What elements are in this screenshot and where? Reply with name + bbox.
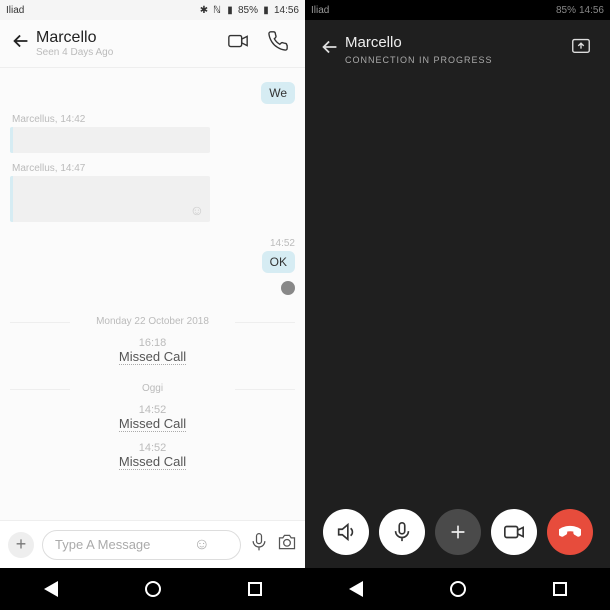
voice-call-button[interactable]: [267, 30, 289, 57]
carrier-label: Iliad: [311, 5, 329, 16]
attach-button[interactable]: +: [8, 532, 34, 558]
call-header: Marcello CONNECTION IN PROGRESS: [305, 20, 610, 65]
signal-icon: ▮: [225, 5, 235, 16]
nav-recent-button[interactable]: [248, 582, 262, 596]
call-body: [305, 65, 610, 496]
back-button[interactable]: [319, 34, 345, 64]
battery-label: 85%: [238, 5, 258, 16]
chat-header: Marcello Seen 4 Days Ago: [0, 20, 305, 68]
date-separator: Monday 22 October 2018: [10, 316, 295, 327]
camera-button[interactable]: [277, 532, 297, 557]
nav-home-button[interactable]: [145, 581, 161, 597]
call-entry[interactable]: 14:52 Missed Call: [10, 404, 295, 432]
mute-button[interactable]: [379, 509, 425, 555]
battery-icon: ▮: [261, 5, 271, 16]
call-title: Marcello: [345, 34, 570, 51]
emoji-button[interactable]: ☺: [194, 536, 210, 554]
call-status: CONNECTION IN PROGRESS: [345, 55, 570, 65]
nav-recent-button[interactable]: [553, 582, 567, 596]
chat-screen: Iliad ✱ ℕ ▮ 85% ▮ 14:56 Marcello Seen 4 …: [0, 0, 305, 610]
chat-title: Marcello: [36, 29, 227, 47]
nav-home-button[interactable]: [450, 581, 466, 597]
clock-label: 14:56: [274, 5, 299, 16]
message-in[interactable]: [10, 127, 210, 153]
message-time: 14:52: [10, 238, 295, 249]
speaker-button[interactable]: [323, 509, 369, 555]
message-composer: + Type A Message ☺: [0, 520, 305, 568]
video-toggle-button[interactable]: [491, 509, 537, 555]
nav-back-button[interactable]: [349, 581, 363, 597]
status-bar: Iliad ✱ ℕ ▮ 85% ▮ 14:56: [0, 0, 305, 20]
nfc-icon: ℕ: [212, 5, 222, 16]
call-screen: Iliad 85% 14:56 Marcello CONNECTION IN P…: [305, 0, 610, 610]
message-out[interactable]: OK: [262, 251, 295, 273]
carrier-label: Iliad: [6, 5, 24, 16]
date-separator: Oggi: [10, 383, 295, 394]
message-out[interactable]: We: [261, 82, 295, 104]
message-input[interactable]: Type A Message ☺: [42, 530, 241, 560]
clock-label: 14:56: [579, 5, 604, 16]
back-button[interactable]: [6, 30, 36, 58]
call-entry[interactable]: 16:18 Missed Call: [10, 337, 295, 365]
android-nav-bar: [0, 568, 305, 610]
read-avatar: [281, 281, 295, 295]
message-meta: Marcellus, 14:42: [12, 114, 295, 125]
message-meta: Marcellus, 14:47: [12, 163, 295, 174]
status-bar: Iliad 85% 14:56: [305, 0, 610, 20]
nav-back-button[interactable]: [44, 581, 58, 597]
mic-button[interactable]: [249, 532, 269, 557]
chat-subtitle: Seen 4 Days Ago: [36, 47, 227, 58]
end-call-button[interactable]: [547, 509, 593, 555]
bluetooth-icon: ✱: [199, 5, 209, 16]
message-list[interactable]: We Marcellus, 14:42 Marcellus, 14:47 ☺ 1…: [0, 68, 305, 520]
video-call-button[interactable]: [227, 30, 249, 57]
battery-label: 85%: [556, 5, 576, 16]
smiley-icon: ☺: [190, 202, 204, 218]
android-nav-bar: [305, 568, 610, 610]
message-in[interactable]: ☺: [10, 176, 210, 222]
call-entry[interactable]: 14:52 Missed Call: [10, 442, 295, 470]
call-controls: [305, 496, 610, 568]
flip-camera-button[interactable]: [570, 34, 596, 61]
more-button[interactable]: [435, 509, 481, 555]
